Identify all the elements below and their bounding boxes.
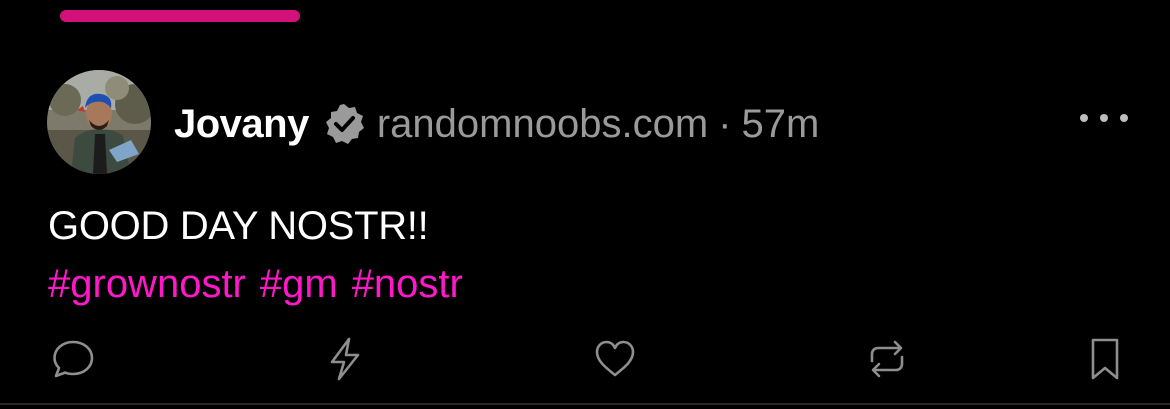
bookmark-icon <box>1091 338 1119 380</box>
ellipsis-icon <box>1100 114 1108 122</box>
reply-button[interactable] <box>48 334 98 384</box>
bookmark-button[interactable] <box>1080 334 1130 384</box>
hashtag-list: #grownostr #gm #nostr <box>48 256 477 312</box>
nip05-domain[interactable]: randomnoobs.com <box>377 102 708 147</box>
heart-icon <box>595 340 635 377</box>
avatar-image <box>47 70 151 174</box>
post-time: 57m <box>741 101 820 146</box>
repost-icon <box>870 340 904 378</box>
hashtag-link[interactable]: #gm <box>260 262 338 306</box>
zap-button[interactable] <box>320 334 370 384</box>
comment-icon <box>53 340 94 378</box>
separator-dot: · <box>718 101 732 146</box>
more-options-button[interactable] <box>1074 104 1134 132</box>
like-button[interactable] <box>590 334 640 384</box>
verified-badge-icon <box>321 101 367 147</box>
zap-icon <box>330 337 360 381</box>
repost-button[interactable] <box>862 334 912 384</box>
note-divider <box>0 403 1170 405</box>
author-name[interactable]: Jovany <box>174 102 309 147</box>
note-header: Jovany randomnoobs.com · 57m <box>174 96 819 152</box>
avatar[interactable] <box>47 70 151 174</box>
ellipsis-icon <box>1120 114 1128 122</box>
hashtag-link[interactable]: #grownostr <box>48 262 246 306</box>
ellipsis-icon <box>1080 114 1088 122</box>
note-actions <box>0 334 1170 384</box>
hashtag-link[interactable]: #nostr <box>352 262 463 306</box>
note-card[interactable]: Jovany randomnoobs.com · 57m GOOD DAY NO… <box>0 0 1170 409</box>
note-content: GOOD DAY NOSTR!! <box>48 204 429 248</box>
